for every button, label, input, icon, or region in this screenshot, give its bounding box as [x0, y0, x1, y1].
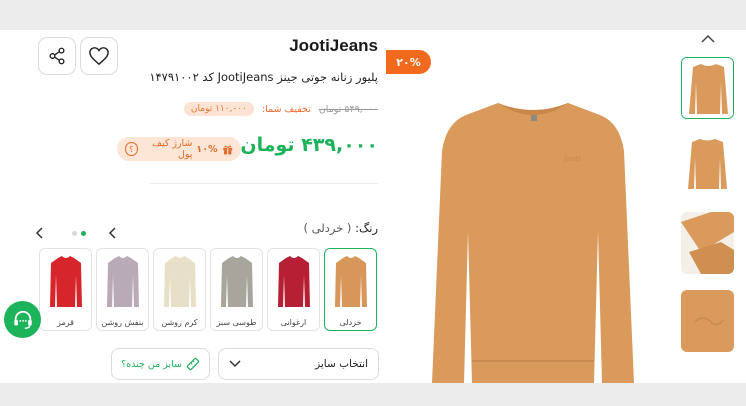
size-guide-button[interactable]: سایز من چنده؟: [111, 348, 210, 380]
thumbnail-front[interactable]: [681, 57, 734, 119]
color-swatch-tusi-sabz[interactable]: طوسی سبز: [210, 248, 263, 331]
product-title: پلیور زنانه جوتی جینز JootiJeans کد ۱۴۷۹…: [149, 70, 378, 84]
color-name: ارغوانی: [280, 318, 307, 327]
thumbnail-gallery: [677, 30, 746, 383]
sweater-thumbnail: [278, 256, 310, 307]
share-icon: [49, 47, 65, 65]
product-page: JootiJeans پلیور زنانه جوتی جینز JootiJe…: [0, 30, 746, 383]
help-icon[interactable]: ؟: [125, 142, 138, 156]
color-swatch-banafsh-roshan[interactable]: بنفش روشن: [96, 248, 149, 331]
heart-icon: [89, 47, 109, 66]
sweater-thumbnail: [682, 58, 733, 118]
color-swatch-kerem-roshan[interactable]: کرم روشن: [153, 248, 206, 331]
support-chat-button[interactable]: [4, 301, 41, 338]
size-select[interactable]: انتخاب سایز: [218, 348, 379, 380]
sweater-thumbnail: [221, 256, 253, 307]
carousel-dot[interactable]: [72, 231, 77, 236]
color-name: طوسی سبز: [216, 318, 257, 327]
chevron-down-icon: [229, 360, 241, 368]
discount-amount: ۱۱۰,۰۰۰ تومان: [183, 102, 254, 116]
sweater-thumbnail: [107, 256, 139, 307]
color-name: خردلی: [339, 318, 362, 327]
wallet-text: شارژ کیف پول: [152, 138, 193, 160]
carousel-dot-active[interactable]: [81, 231, 86, 236]
product-info: JootiJeans پلیور زنانه جوتی جینز JootiJe…: [0, 30, 390, 383]
color-swatch-ghermez[interactable]: قرمز: [39, 248, 92, 331]
selected-color: ( خردلی ): [303, 221, 352, 235]
chevron-up-icon[interactable]: [701, 34, 715, 43]
brand-name[interactable]: JootiJeans: [289, 36, 378, 56]
color-swatches: خردلی ارغوانی طوسی سبز کرم روشن بنفش روش…: [38, 248, 379, 359]
size-guide-label: سایز من چنده؟: [121, 358, 182, 370]
headset-icon: [13, 310, 32, 329]
color-swatch-khardali[interactable]: خردلی: [324, 248, 377, 331]
size-select-label: انتخاب سایز: [315, 358, 368, 370]
discount-label: تخفیف شما:: [261, 103, 311, 115]
color-swatch-arghavani[interactable]: ارغوانی: [267, 248, 320, 331]
discount-percent-badge: ۲۰%: [386, 50, 431, 74]
color-name: کرم روشن: [161, 318, 198, 327]
color-name: بنفش روشن: [101, 318, 144, 327]
gift-icon: [222, 145, 232, 154]
color-selector-label: رنگ: ( خردلی ): [303, 221, 378, 235]
color-label: رنگ:: [355, 221, 378, 235]
wallet-cashback-badge[interactable]: ۱۰% شارژ کیف پول ؟: [117, 137, 241, 161]
sweater-thumbnail: [164, 256, 196, 307]
chevron-left-icon[interactable]: [108, 227, 118, 239]
current-price: ۴۳۹,۰۰۰ تومان: [240, 134, 378, 156]
share-button[interactable]: [38, 37, 76, 75]
thumbnail-back[interactable]: [681, 133, 734, 195]
carousel-dots: [72, 231, 86, 236]
thumbnail-logo-detail[interactable]: [681, 290, 734, 352]
favorite-button[interactable]: [80, 37, 118, 75]
main-product-image[interactable]: Jooti: [388, 31, 677, 383]
old-price: ۵۴۹,۰۰۰ تومان: [318, 103, 378, 115]
ruler-icon: [186, 357, 200, 371]
chevron-left-icon[interactable]: [35, 227, 45, 239]
sweater-thumbnail: [681, 133, 734, 195]
wallet-percent: ۱۰%: [196, 143, 218, 155]
color-name: قرمز: [57, 318, 74, 327]
svg-text:Jooti: Jooti: [562, 155, 580, 163]
fabric-detail-thumbnail: [681, 290, 734, 352]
sweater-thumbnail: [50, 256, 82, 307]
sweater-thumbnail: [335, 256, 367, 307]
discount-row: ۵۴۹,۰۰۰ تومان تخفیف شما: ۱۱۰,۰۰۰ تومان: [183, 102, 378, 116]
divider: [150, 183, 378, 184]
fabric-detail-thumbnail: [681, 212, 734, 274]
thumbnail-sleeve-detail[interactable]: [681, 212, 734, 274]
